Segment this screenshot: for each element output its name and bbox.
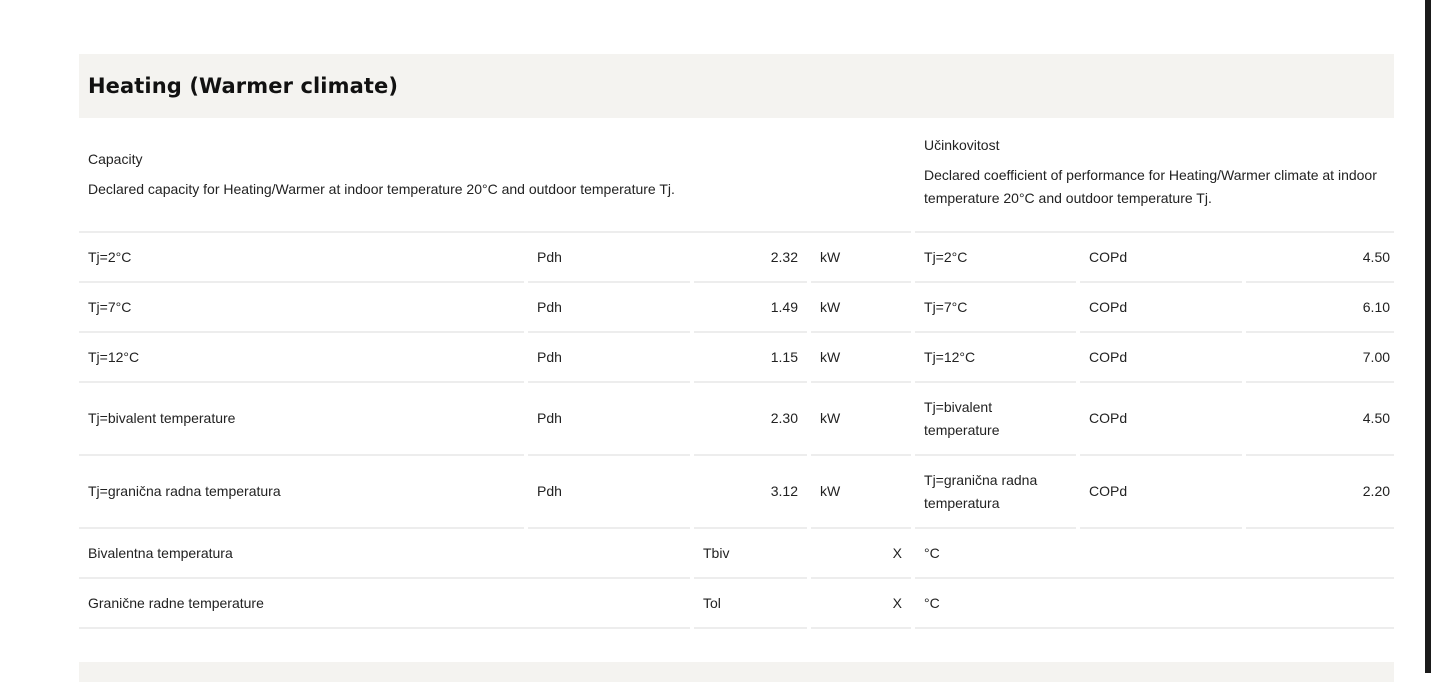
symbol-cop: COPd (1080, 456, 1243, 529)
section-title: Heating (Warmer climate) (88, 74, 399, 98)
tj-label: Tj=granična radna temperatura (79, 456, 524, 529)
symbol: Pdh (528, 383, 690, 456)
efficiency-label: Učinkovitost (924, 136, 1000, 153)
unit: kW (811, 456, 912, 529)
symbol-cop: COPd (1080, 333, 1243, 383)
tj-label: Tj=bivalent temperature (79, 383, 524, 456)
extra-unit: °C (915, 579, 1394, 629)
value: 2.30 (694, 383, 807, 456)
symbol: Pdh (528, 333, 690, 383)
table-row: Tj=bivalent temperature Pdh 2.30 kW Tj=b… (79, 383, 1394, 456)
symbol-cop: COPd (1080, 283, 1243, 333)
symbol-cop: COPd (1080, 383, 1243, 456)
tj-label-cop: Tj=granična radna temperatura (915, 456, 1077, 529)
extra-symbol: Tbiv (694, 529, 807, 579)
table-row: Tj=granična radna temperatura Pdh 3.12 k… (79, 456, 1394, 529)
capacity-description: Declared capacity for Heating/Warmer at … (88, 181, 675, 197)
tj-label: Tj=7°C (79, 283, 524, 333)
unit: kW (811, 283, 912, 333)
tj-label-cop: Tj=bivalent temperature (915, 383, 1077, 456)
description-row: Capacity Declared capacity for Heating/W… (79, 118, 1394, 233)
table-row: Granične radne temperature Tol X °C (79, 579, 1394, 629)
unit: kW (811, 383, 912, 456)
value-cop: 2.20 (1246, 456, 1394, 529)
value-cop: 7.00 (1246, 333, 1394, 383)
symbol: Pdh (528, 456, 690, 529)
efficiency-description: Declared coefficient of performance for … (924, 166, 1377, 206)
value-cop: 4.50 (1246, 383, 1394, 456)
efficiency-description-cell: Učinkovitost Declared coefficient of per… (915, 118, 1394, 233)
extra-value: X (811, 579, 912, 629)
extra-symbol: Tol (694, 579, 807, 629)
value: 1.15 (694, 333, 807, 383)
extra-label: Bivalentna temperatura (79, 529, 690, 579)
section-header: Heating (Warmer climate) (79, 54, 1394, 118)
tj-label-cop: Tj=12°C (915, 333, 1077, 383)
value-cop: 4.50 (1246, 233, 1394, 283)
scrollbar[interactable] (1425, 0, 1431, 673)
value: 3.12 (694, 456, 807, 529)
heating-warmer-section: Heating (Warmer climate) Capacity Declar… (79, 54, 1394, 629)
table-row: Tj=12°C Pdh 1.15 kW Tj=12°C COPd 7.00 (79, 333, 1394, 383)
capacity-label: Capacity (88, 151, 143, 167)
next-section-header (79, 662, 1394, 682)
tj-label: Tj=12°C (79, 333, 524, 383)
table-row: Tj=2°C Pdh 2.32 kW Tj=2°C COPd 4.50 (79, 233, 1394, 283)
tj-label: Tj=2°C (79, 233, 524, 283)
tj-label-cop: Tj=2°C (915, 233, 1077, 283)
unit: kW (811, 333, 912, 383)
heating-spec-table: Capacity Declared capacity for Heating/W… (79, 118, 1394, 629)
capacity-description-cell: Capacity Declared capacity for Heating/W… (79, 118, 912, 233)
extra-unit: °C (915, 529, 1394, 579)
unit: kW (811, 233, 912, 283)
symbol: Pdh (528, 283, 690, 333)
tj-label-cop: Tj=7°C (915, 283, 1077, 333)
value: 1.49 (694, 283, 807, 333)
extra-value: X (811, 529, 912, 579)
table-row: Bivalentna temperatura Tbiv X °C (79, 529, 1394, 579)
value-cop: 6.10 (1246, 283, 1394, 333)
symbol: Pdh (528, 233, 690, 283)
symbol-cop: COPd (1080, 233, 1243, 283)
extra-label: Granične radne temperature (79, 579, 690, 629)
value: 2.32 (694, 233, 807, 283)
table-row: Tj=7°C Pdh 1.49 kW Tj=7°C COPd 6.10 (79, 283, 1394, 333)
